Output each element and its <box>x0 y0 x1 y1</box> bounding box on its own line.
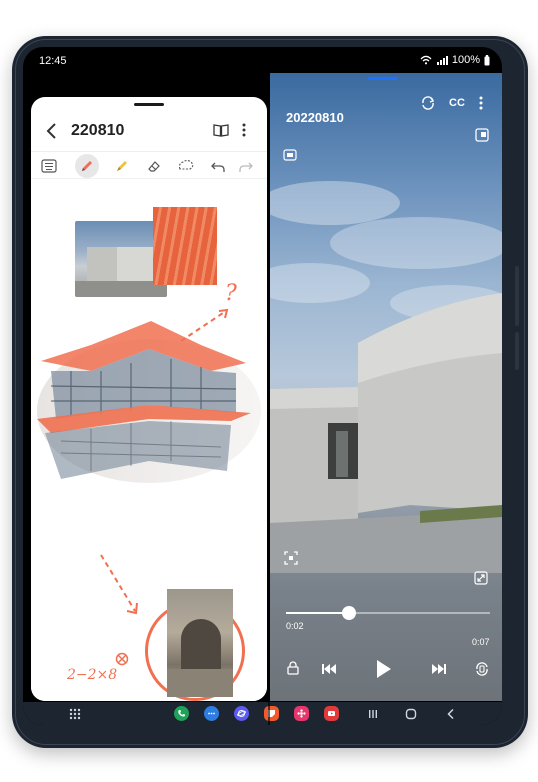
app-internet[interactable] <box>231 702 251 725</box>
screen: 12:45 100% 220810 ? 2−2×8 20220810 CC 0:… <box>23 47 502 725</box>
expand-icon <box>474 571 488 585</box>
redo-icon <box>239 162 253 172</box>
hdr-button[interactable] <box>282 147 298 163</box>
highlighter-tool[interactable] <box>110 154 134 178</box>
drawing-canvas[interactable]: ? 2−2×8 <box>31 181 267 701</box>
lock-button[interactable] <box>284 659 302 677</box>
wifi-icon <box>420 55 432 65</box>
popup-view-icon <box>475 128 489 142</box>
apps-grid-icon <box>69 708 81 719</box>
capture-icon <box>284 551 298 565</box>
captions-button[interactable]: CC <box>446 93 468 113</box>
rotate-icon <box>422 96 435 110</box>
recents-icon <box>369 709 377 718</box>
screen-rotate-button[interactable] <box>472 659 492 679</box>
detail-photo <box>167 589 233 697</box>
keyboard-tool[interactable] <box>37 154 61 178</box>
fullscreen-button[interactable] <box>472 569 490 587</box>
auto-rotate-icon <box>476 662 488 676</box>
battery-percent: 100% <box>451 54 480 66</box>
volume-button <box>515 266 519 326</box>
status-bar: 12:45 100% <box>23 47 502 73</box>
app-video[interactable] <box>321 702 341 725</box>
play-icon <box>377 660 391 678</box>
previous-button[interactable] <box>318 659 340 679</box>
seek-bar-fill <box>286 612 350 614</box>
power-button <box>515 332 519 370</box>
video-building <box>270 293 502 573</box>
recents-button[interactable] <box>361 702 385 725</box>
app-messages[interactable] <box>201 702 221 725</box>
skip-forward-icon <box>432 664 446 674</box>
reading-mode-icon[interactable] <box>213 122 229 138</box>
status-time: 12:45 <box>39 55 67 67</box>
hdr-icon <box>283 149 297 161</box>
redo-tool[interactable] <box>234 154 258 178</box>
material-swatch <box>153 207 217 285</box>
back-icon <box>447 708 454 719</box>
back-button[interactable] <box>439 702 463 725</box>
eraser-icon <box>148 161 160 172</box>
app-gallery[interactable] <box>291 702 311 725</box>
notes-icon <box>263 706 279 721</box>
sketch-arrow <box>100 554 138 615</box>
popup-view-button[interactable] <box>474 127 490 143</box>
fold-hinge <box>268 47 270 725</box>
building-sketch <box>37 308 261 483</box>
crossed-circle-mark <box>115 652 129 666</box>
play-button[interactable] <box>370 657 396 681</box>
video-pane[interactable]: 20220810 CC 0:02 0:07 <box>270 73 502 701</box>
pen-toolbar <box>31 151 267 179</box>
keyboard-icon <box>41 159 57 173</box>
back-arrow-icon[interactable] <box>43 119 61 143</box>
signal-icon <box>436 56 448 65</box>
next-button[interactable] <box>428 659 450 679</box>
video-player-icon <box>323 706 339 721</box>
pane-drag-handle[interactable] <box>134 103 164 106</box>
home-button[interactable] <box>399 702 423 725</box>
gallery-icon <box>293 706 309 721</box>
messages-icon <box>203 706 219 721</box>
more-options-icon <box>479 96 483 110</box>
time-total: 0:07 <box>472 637 490 647</box>
time-current: 0:02 <box>286 621 304 631</box>
pane-drag-handle[interactable] <box>368 77 398 80</box>
pen-tool[interactable] <box>75 154 99 178</box>
undo-icon <box>211 162 225 172</box>
phone-icon <box>173 706 189 721</box>
pen-icon <box>82 161 92 171</box>
rotate-button[interactable] <box>418 93 438 113</box>
internet-icon <box>233 706 249 721</box>
lasso-tool[interactable] <box>174 154 198 178</box>
video-title: 20220810 <box>286 110 344 125</box>
status-icons: 100% <box>420 54 490 66</box>
eraser-tool[interactable] <box>142 154 166 178</box>
lock-icon <box>287 661 299 675</box>
video-more-button[interactable] <box>474 93 488 113</box>
device-stage: 12:45 100% 220810 ? 2−2×8 20220810 CC 0:… <box>0 0 538 782</box>
question-annotation: ? <box>225 281 237 306</box>
seek-bar[interactable] <box>286 606 490 620</box>
app-notes[interactable] <box>261 702 281 725</box>
highlighter-icon <box>117 161 127 171</box>
more-options-icon[interactable] <box>239 121 249 139</box>
home-icon <box>405 708 417 719</box>
cc-label: CC <box>449 97 465 109</box>
app-phone[interactable] <box>171 702 191 725</box>
note-title: 220810 <box>71 122 125 139</box>
undo-tool[interactable] <box>206 154 230 178</box>
capture-button[interactable] <box>282 549 300 567</box>
notes-pane[interactable]: 220810 ? 2−2×8 <box>31 97 267 701</box>
notes-header: 220810 <box>31 111 267 151</box>
skip-back-icon <box>322 664 336 674</box>
taskbar <box>23 702 502 725</box>
formula-annotation: 2−2×8 <box>67 667 118 683</box>
all-apps-button[interactable] <box>65 702 85 725</box>
lasso-icon <box>178 159 194 170</box>
battery-icon <box>484 54 490 65</box>
